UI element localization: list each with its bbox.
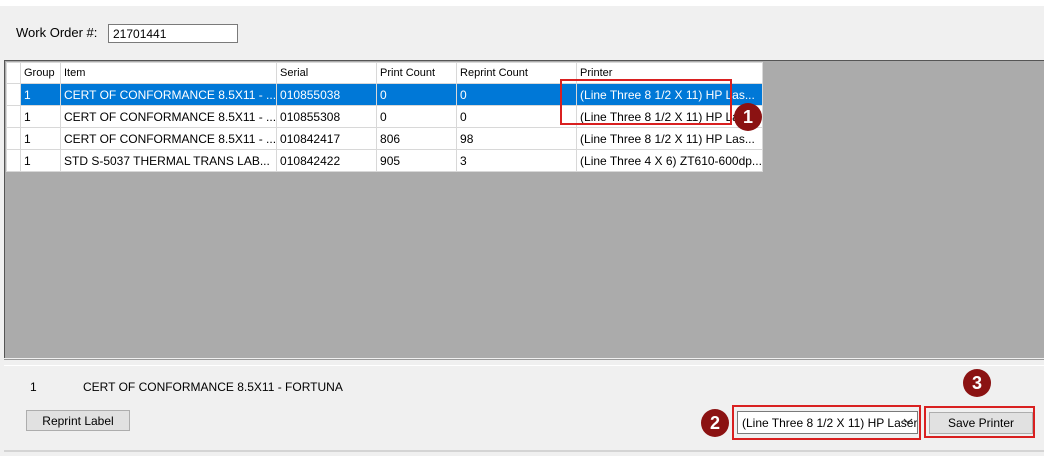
cell-reprint-count[interactable]: 3 [456,149,578,172]
cell-group[interactable]: 1 [20,83,61,106]
work-order-label: Work Order #: [16,25,98,40]
table-row[interactable]: 1 STD S-5037 THERMAL TRANS LAB... 010842… [6,149,763,172]
reprint-label-button[interactable]: Reprint Label [26,410,130,431]
column-header-reprint-count[interactable]: Reprint Count [456,62,578,84]
printer-dropdown[interactable]: (Line Three 8 1/2 X 11) HP Laser [737,411,918,434]
callout-1-highlight [560,79,732,125]
save-printer-button[interactable]: Save Printer [929,412,1033,434]
callout-badge-1: 1 [734,103,762,131]
row-header[interactable] [6,105,21,128]
cell-serial[interactable]: 010842417 [276,127,378,150]
row-header[interactable] [6,83,21,106]
column-header-item[interactable]: Item [59,62,278,84]
cell-printer[interactable]: (Line Three 4 X 6) ZT610-600dp... [576,149,763,172]
cell-item[interactable]: CERT OF CONFORMANCE 8.5X11 - ... [59,105,278,128]
cell-printer[interactable]: (Line Three 8 1/2 X 11) HP Las... [576,127,763,150]
cell-print-count[interactable]: 0 [376,105,458,128]
selected-group-value: 1 [30,380,37,394]
cell-item[interactable]: CERT OF CONFORMANCE 8.5X11 - ... [59,127,278,150]
cell-item[interactable]: CERT OF CONFORMANCE 8.5X11 - ... [59,83,278,106]
row-header[interactable] [6,127,21,150]
cell-reprint-count[interactable]: 0 [456,105,578,128]
cell-group[interactable]: 1 [20,105,61,128]
cell-print-count[interactable]: 806 [376,127,458,150]
row-header-corner [6,62,21,84]
labels-grid: Group Item Serial Print Count Reprint Co… [4,60,1044,358]
cell-print-count[interactable]: 0 [376,83,458,106]
callout-badge-2: 2 [701,409,729,437]
column-header-serial[interactable]: Serial [276,62,378,84]
grid-divider-highlight [4,365,1044,366]
cell-serial[interactable]: 010842422 [276,149,378,172]
cell-reprint-count[interactable]: 98 [456,127,578,150]
cell-group[interactable]: 1 [20,149,61,172]
cell-item[interactable]: STD S-5037 THERMAL TRANS LAB... [59,149,278,172]
work-order-input[interactable] [108,24,238,43]
grid-divider [4,359,1044,360]
top-strip [0,0,1044,6]
cell-serial[interactable]: 010855308 [276,105,378,128]
row-header[interactable] [6,149,21,172]
cell-serial[interactable]: 010855038 [276,83,378,106]
cell-reprint-count[interactable]: 0 [456,83,578,106]
callout-badge-3: 3 [963,369,991,397]
selected-item-value: CERT OF CONFORMANCE 8.5X11 - FORTUNA [83,380,343,394]
cell-print-count[interactable]: 905 [376,149,458,172]
column-header-print-count[interactable]: Print Count [376,62,458,84]
printer-dropdown-value: (Line Three 8 1/2 X 11) HP Laser [742,416,918,430]
cell-group[interactable]: 1 [20,127,61,150]
table-row[interactable]: 1 CERT OF CONFORMANCE 8.5X11 - ... 01084… [6,127,763,150]
column-header-group[interactable]: Group [20,62,61,84]
chevron-down-icon [903,418,913,424]
bottom-border [4,450,1044,452]
